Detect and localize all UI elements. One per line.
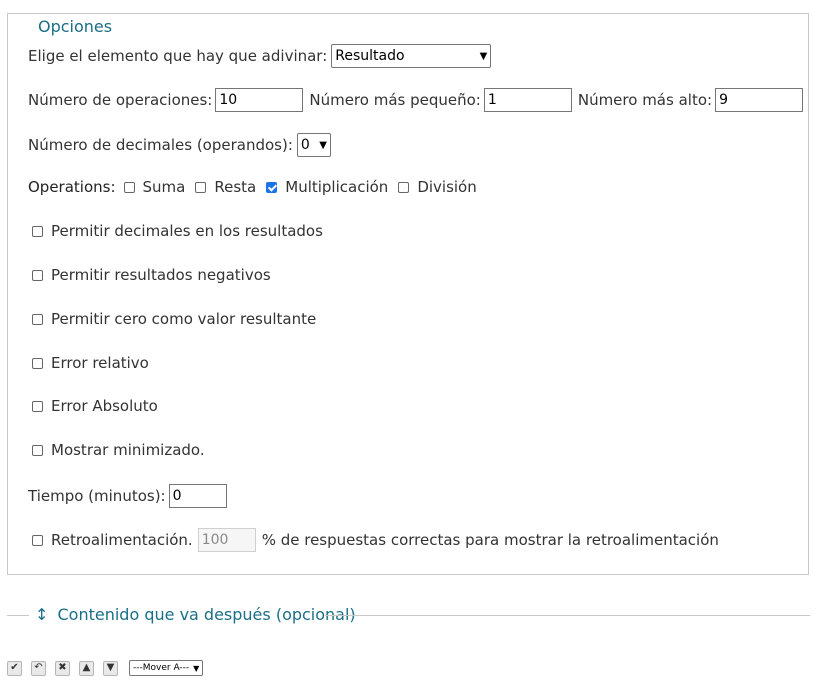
operation-suma[interactable]: Suma [123, 178, 186, 196]
checkbox-label: Permitir cero como valor resultante [51, 310, 317, 328]
checkbox-row-negatives[interactable]: Permitir resultados negativos [32, 266, 271, 284]
decimals-label: Número de decimales (operandos): [28, 136, 293, 154]
chevron-down-icon: ▼ [319, 139, 327, 151]
time-input[interactable]: 0 [168, 484, 227, 508]
move-down-icon[interactable]: ▼ [103, 660, 118, 676]
num-ops-input[interactable]: 10 [215, 88, 304, 112]
checkbox-icon[interactable] [32, 534, 43, 546]
decimals-select[interactable]: 0 ▼ [296, 133, 331, 157]
checkbox-icon[interactable] [195, 181, 207, 193]
move-to-value: ---Mover A--- [133, 663, 190, 673]
checkbox-label: Permitir decimales en los resultados [51, 222, 323, 240]
feedback-suffix: % de respuestas correctas para mostrar l… [261, 531, 719, 549]
numbers-row: Número de operaciones: 10 Número más peq… [28, 88, 804, 112]
chevron-down-icon: ▼ [479, 50, 488, 62]
operation-label: Multiplicación [285, 178, 389, 196]
min-label: Número más pequeño: [309, 91, 481, 109]
divider [325, 615, 810, 616]
checkbox-icon[interactable] [32, 400, 43, 412]
operation-resta[interactable]: Resta [195, 178, 256, 196]
vertical-arrows-icon: ↕ [35, 605, 49, 624]
check-icon[interactable]: ✔ [7, 660, 22, 676]
operations-label: Operations: [28, 178, 116, 196]
checkbox-icon[interactable] [123, 181, 135, 193]
checkbox-row-relative-error[interactable]: Error relativo [32, 354, 149, 372]
checkbox-label: Mostrar minimizado. [51, 441, 205, 459]
operation-label: División [417, 178, 477, 196]
checkbox-row-minimized[interactable]: Mostrar minimizado. [32, 441, 205, 459]
options-legend: Opciones [33, 17, 121, 36]
checkbox-label: Permitir resultados negativos [51, 266, 271, 284]
after-content-section: ↕ Contenido que va después (opcional) [7, 605, 810, 625]
operations-row: Operations: Suma Resta Multiplicación Di… [28, 178, 477, 196]
feedback-percent-input[interactable]: 100 [197, 528, 256, 552]
time-row: Tiempo (minutos): 0 [28, 484, 227, 508]
time-label: Tiempo (minutos): [28, 487, 166, 505]
operation-multiplicacion[interactable]: Multiplicación [266, 178, 388, 196]
element-label: Elige el elemento que hay que adivinar: [28, 47, 328, 65]
checkbox-icon[interactable] [32, 313, 43, 325]
checkbox-icon[interactable] [32, 444, 43, 456]
toolbar: ✔ ↶ ✖ ▲ ▼ ---Mover A--- ▼ [7, 660, 204, 676]
checkbox-icon[interactable] [32, 225, 43, 237]
delete-icon[interactable]: ✖ [55, 660, 70, 676]
max-input[interactable]: 9 [715, 88, 804, 112]
checkbox-icon[interactable] [32, 357, 43, 369]
decimals-row: Número de decimales (operandos): 0 ▼ [28, 133, 331, 157]
operation-label: Suma [142, 178, 186, 196]
checkbox-icon[interactable] [398, 181, 410, 193]
feedback-row: Retroalimentación. 100 % de respuestas c… [32, 528, 719, 552]
chevron-down-icon: ▼ [193, 663, 200, 673]
element-select[interactable]: Resultado ▼ [331, 44, 492, 68]
after-content-label: Contenido que va después (opcional) [57, 605, 356, 624]
element-select-value: Resultado [335, 48, 405, 64]
feedback-label: Retroalimentación. [51, 531, 193, 549]
checkbox-icon[interactable] [32, 269, 43, 281]
checkbox-label: Error Absoluto [51, 397, 158, 415]
decimals-select-value: 0 [300, 137, 310, 153]
min-input[interactable]: 1 [483, 88, 572, 112]
move-up-icon[interactable]: ▲ [79, 660, 94, 676]
element-row: Elige el elemento que hay que adivinar: … [28, 44, 492, 68]
checkbox-row-decimals[interactable]: Permitir decimales en los resultados [32, 222, 323, 240]
operation-label: Resta [214, 178, 257, 196]
operation-division[interactable]: División [398, 178, 477, 196]
move-to-select[interactable]: ---Mover A--- ▼ [129, 660, 204, 676]
num-ops-label: Número de operaciones: [28, 91, 213, 109]
max-label: Número más alto: [577, 91, 713, 109]
checkbox-row-absolute-error[interactable]: Error Absoluto [32, 397, 158, 415]
checkbox-label: Error relativo [51, 354, 149, 372]
after-content-title[interactable]: ↕ Contenido que va después (opcional) [35, 605, 356, 624]
checkbox-checked-icon[interactable] [266, 181, 278, 193]
undo-icon[interactable]: ↶ [31, 660, 46, 676]
divider [7, 615, 29, 616]
checkbox-row-zero[interactable]: Permitir cero como valor resultante [32, 310, 316, 328]
